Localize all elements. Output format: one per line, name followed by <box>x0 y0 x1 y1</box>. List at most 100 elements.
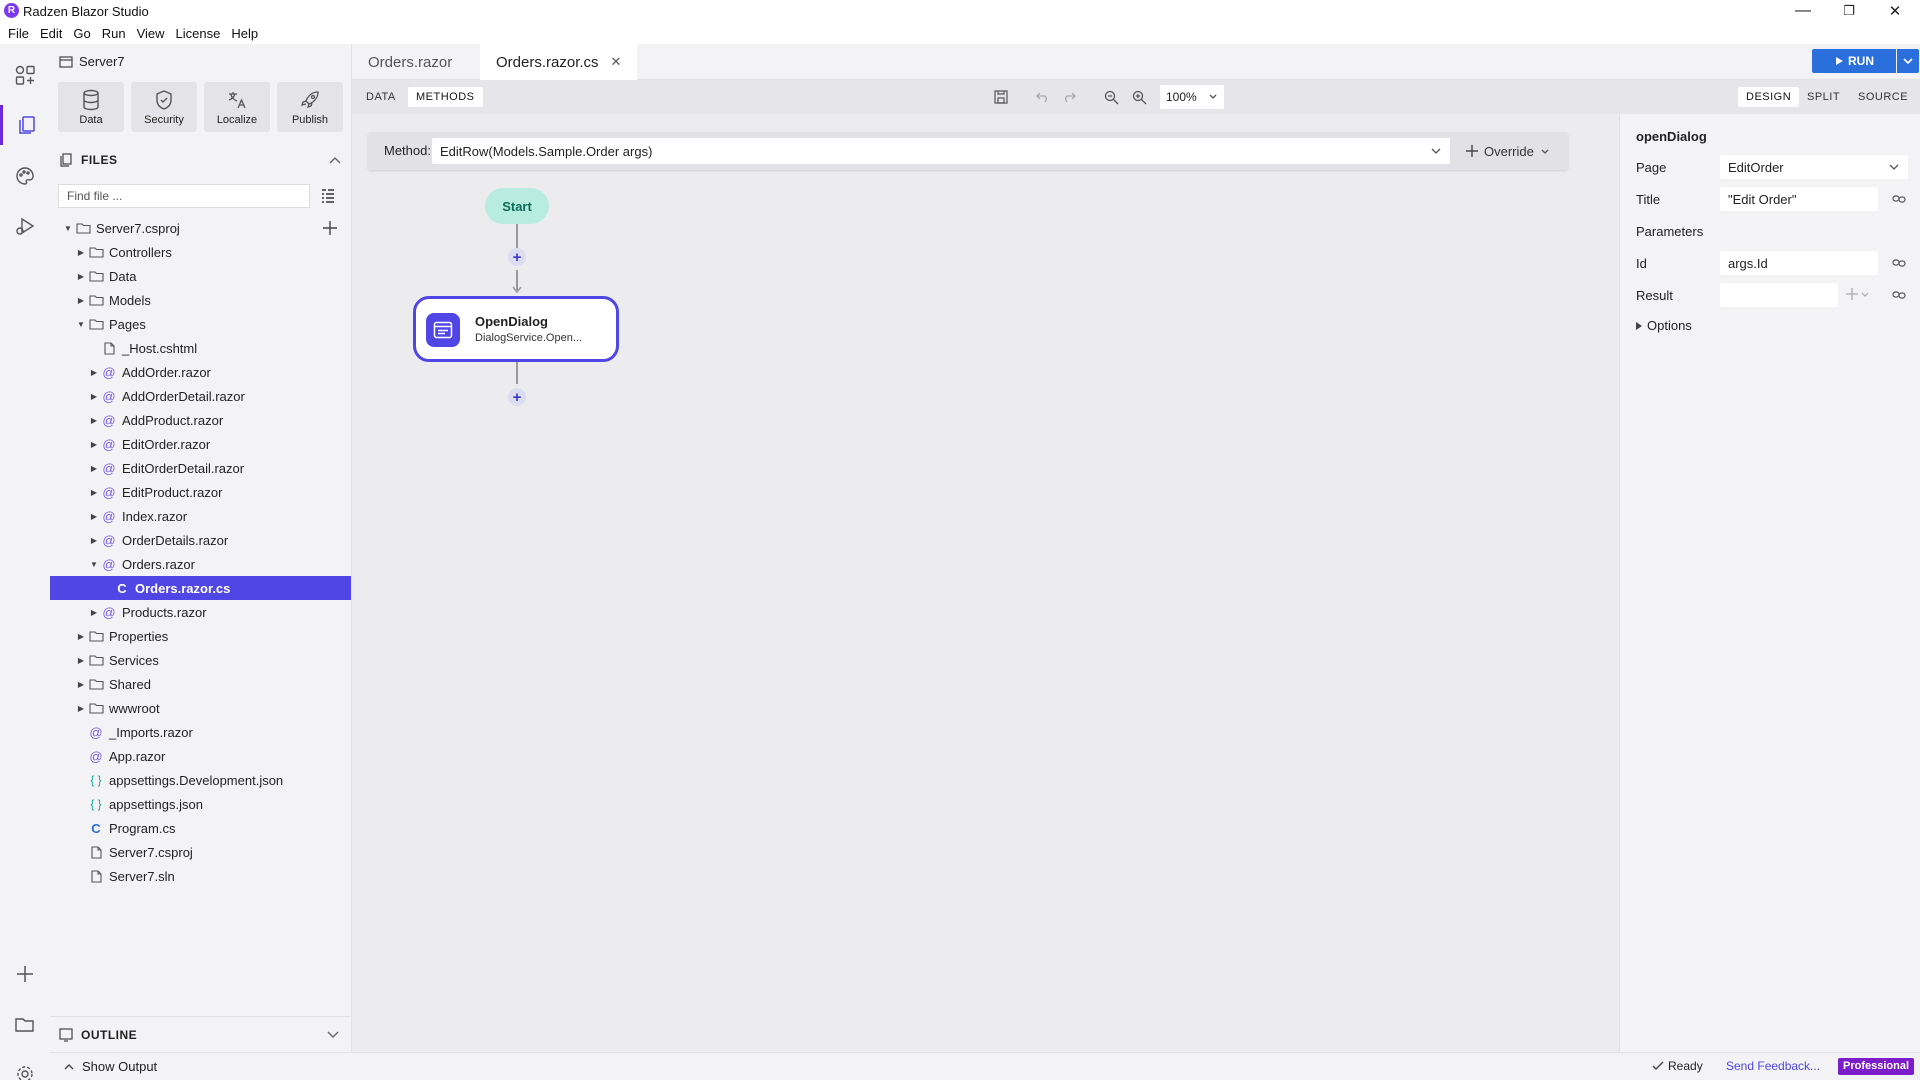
tree-file-row[interactable]: ▶ @ AddOrder.razor <box>50 360 351 384</box>
security-tool-button[interactable]: Security <box>131 82 197 132</box>
method-select[interactable]: EditRow(Models.Sample.Order args) <box>432 138 1450 164</box>
tree-file-row[interactable]: ▶ @ AddOrderDetail.razor <box>50 384 351 408</box>
localize-tool-button[interactable]: Localize <box>204 82 270 132</box>
view-mode-design[interactable]: DESIGN <box>1738 87 1800 107</box>
undo-icon[interactable] <box>1034 88 1052 106</box>
menu-run[interactable]: Run <box>102 26 126 41</box>
tree-file-row[interactable]: ▶ @ AddProduct.razor <box>50 408 351 432</box>
tree-file-row[interactable]: _Host.cshtml <box>50 336 351 360</box>
result-input[interactable] <box>1720 283 1838 307</box>
tree-view-icon[interactable] <box>320 187 336 206</box>
data-tool-button[interactable]: Data <box>58 82 124 132</box>
tree-file-row[interactable]: ▶ @ Index.razor <box>50 504 351 528</box>
view-mode-split[interactable]: SPLIT <box>1799 87 1848 107</box>
outline-section-header[interactable]: OUTLINE <box>50 1016 351 1052</box>
caret-right-icon[interactable]: ▶ <box>88 534 100 546</box>
open-dialog-node[interactable]: OpenDialog DialogService.Open... <box>413 296 619 362</box>
caret-right-icon[interactable]: ▶ <box>75 270 87 282</box>
tab-orders-razor[interactable]: Orders.razor <box>352 44 468 80</box>
zoom-select[interactable]: 100% <box>1160 85 1224 109</box>
tree-folder-row[interactable]: ▶ Data <box>50 264 351 288</box>
components-icon[interactable] <box>0 55 50 95</box>
close-window-button[interactable]: ✕ <box>1872 0 1918 22</box>
run-button[interactable]: RUN <box>1812 49 1896 73</box>
design-canvas[interactable]: Method: EditRow(Models.Sample.Order args… <box>352 114 1619 1052</box>
caret-right-icon[interactable]: ▶ <box>75 654 87 666</box>
id-input[interactable]: args.Id <box>1720 251 1878 275</box>
files-icon[interactable] <box>0 105 50 145</box>
tree-file-row[interactable]: { } appsettings.Development.json <box>50 768 351 792</box>
find-file-input[interactable] <box>58 184 310 208</box>
tree-file-row[interactable]: ▶ @ EditOrder.razor <box>50 432 351 456</box>
tree-file-row[interactable]: C Program.cs <box>50 816 351 840</box>
caret-right-icon[interactable]: ▶ <box>75 246 87 258</box>
tree-file-row[interactable]: ▶ @ Products.razor <box>50 600 351 624</box>
redo-icon[interactable] <box>1060 88 1078 106</box>
tree-folder-row[interactable]: ▶ Controllers <box>50 240 351 264</box>
tab-data[interactable]: DATA <box>358 87 404 107</box>
tab-methods[interactable]: METHODS <box>408 87 483 107</box>
result-add-button[interactable] <box>1846 288 1869 300</box>
caret-right-icon[interactable]: ▶ <box>75 678 87 690</box>
close-tab-icon[interactable]: ✕ <box>611 54 622 70</box>
menu-help[interactable]: Help <box>231 26 258 41</box>
caret-down-icon[interactable]: ▼ <box>88 558 100 570</box>
link-binding-icon[interactable] <box>1890 286 1908 304</box>
tab-orders-razor-cs[interactable]: Orders.razor.cs ✕ <box>480 44 638 80</box>
caret-right-icon[interactable]: ▶ <box>75 630 87 642</box>
palette-icon[interactable] <box>0 156 50 196</box>
caret-down-icon[interactable]: ▼ <box>62 222 74 234</box>
caret-right-icon[interactable]: ▶ <box>88 462 100 474</box>
link-binding-icon[interactable] <box>1890 254 1908 272</box>
tree-file-row[interactable]: ▶ @ EditOrderDetail.razor <box>50 456 351 480</box>
tree-file-row[interactable]: Server7.sln <box>50 864 351 888</box>
save-icon[interactable] <box>992 88 1010 106</box>
tree-file-row[interactable]: @ App.razor <box>50 744 351 768</box>
debug-run-icon[interactable] <box>0 206 50 246</box>
view-mode-source[interactable]: SOURCE <box>1850 87 1916 107</box>
tree-file-row[interactable]: @ _Imports.razor <box>50 720 351 744</box>
add-icon[interactable] <box>0 954 50 994</box>
tree-folder-row[interactable]: ▶ wwwroot <box>50 696 351 720</box>
send-feedback-link[interactable]: Send Feedback... <box>1726 1059 1820 1073</box>
menu-edit[interactable]: Edit <box>40 26 62 41</box>
start-node[interactable]: Start <box>485 188 549 224</box>
tree-file-row[interactable]: ▶ @ EditProduct.razor <box>50 480 351 504</box>
menu-license[interactable]: License <box>176 26 221 41</box>
settings-gear-icon[interactable] <box>0 1054 50 1080</box>
caret-right-icon[interactable]: ▶ <box>88 438 100 450</box>
options-expander[interactable]: Options <box>1636 318 1692 333</box>
tree-file-row[interactable]: ▶ @ OrderDetails.razor <box>50 528 351 552</box>
add-file-icon[interactable] <box>323 221 337 238</box>
page-select[interactable]: EditOrder <box>1720 155 1908 179</box>
files-section-header[interactable]: FILES <box>59 150 343 170</box>
show-output-button[interactable]: Show Output <box>64 1059 157 1074</box>
caret-right-icon[interactable]: ▶ <box>88 366 100 378</box>
caret-down-icon[interactable]: ▼ <box>75 318 87 330</box>
caret-right-icon[interactable]: ▶ <box>75 294 87 306</box>
zoom-in-icon[interactable] <box>1130 88 1148 106</box>
restore-button[interactable]: ❐ <box>1826 0 1872 22</box>
tree-file-row[interactable]: C Orders.razor.cs <box>50 576 351 600</box>
tree-file-row[interactable]: { } appsettings.json <box>50 792 351 816</box>
menu-file[interactable]: File <box>8 26 29 41</box>
publish-tool-button[interactable]: Publish <box>277 82 343 132</box>
tree-folder-row[interactable]: ▼ Server7.csproj <box>50 216 351 240</box>
tree-file-row[interactable]: Server7.csproj <box>50 840 351 864</box>
override-button[interactable]: Override <box>1466 138 1550 164</box>
add-step-button[interactable]: + <box>508 248 526 266</box>
caret-right-icon[interactable]: ▶ <box>75 702 87 714</box>
title-input[interactable]: "Edit Order" <box>1720 187 1878 211</box>
caret-right-icon[interactable]: ▶ <box>88 390 100 402</box>
caret-right-icon[interactable]: ▶ <box>88 414 100 426</box>
tree-folder-row[interactable]: ▶ Services <box>50 648 351 672</box>
open-folder-icon[interactable] <box>0 1004 50 1044</box>
tree-file-row[interactable]: ▼ @ Orders.razor <box>50 552 351 576</box>
tree-folder-row[interactable]: ▶ Models <box>50 288 351 312</box>
minimize-button[interactable]: — <box>1780 0 1826 22</box>
menu-go[interactable]: Go <box>73 26 90 41</box>
run-dropdown-button[interactable] <box>1897 49 1919 73</box>
add-step-button[interactable]: + <box>508 388 526 406</box>
tree-folder-row[interactable]: ▼ Pages <box>50 312 351 336</box>
zoom-out-icon[interactable] <box>1102 88 1120 106</box>
